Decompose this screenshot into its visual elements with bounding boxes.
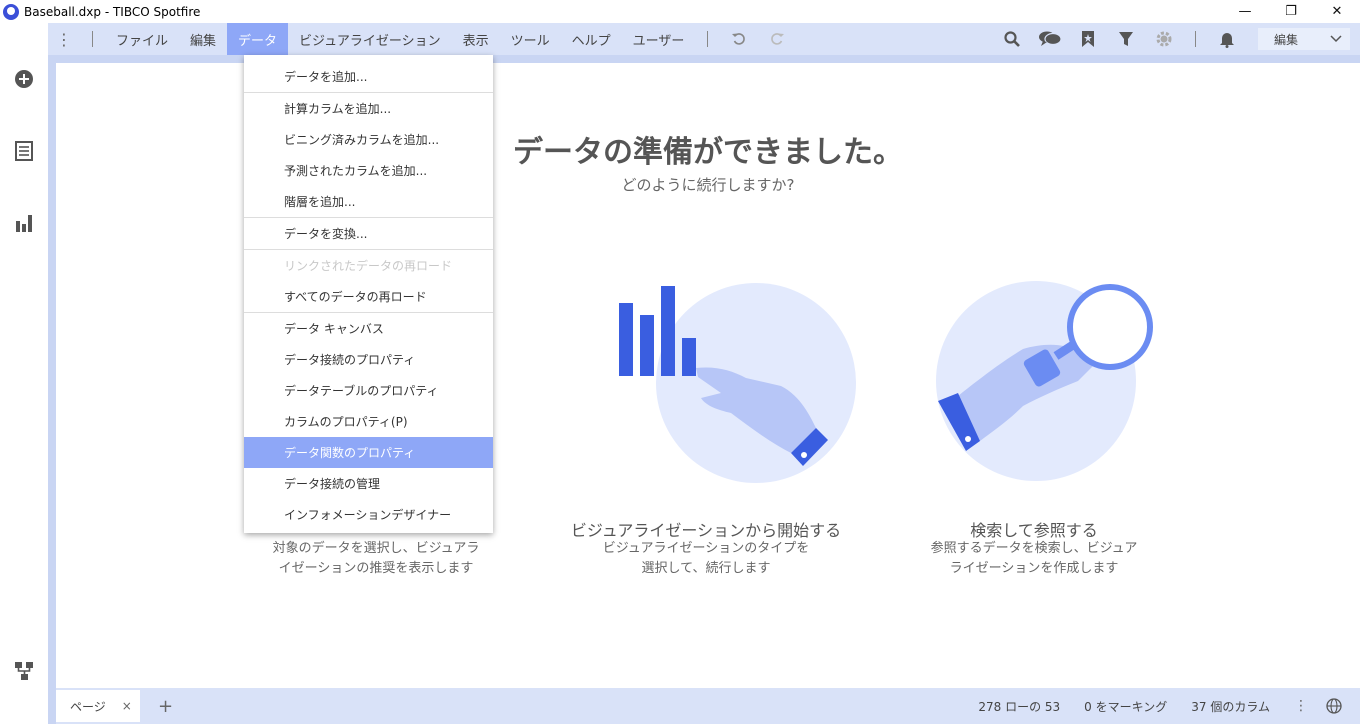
menu-edit[interactable]: 編集 [179, 23, 227, 55]
menu-reload-linked-data: リンクされたデータの再ロード [284, 259, 453, 273]
menu-manage-data-connections[interactable]: データ接続の管理 [244, 468, 493, 499]
menu-add-hierarchy[interactable]: 階層を追加... [244, 186, 493, 217]
restore-button[interactable]: ❐ [1268, 0, 1314, 23]
data-canvas-icon[interactable] [14, 661, 34, 681]
menu-data-table-properties[interactable]: データテーブルのプロパティ [244, 375, 493, 406]
search-browse-title[interactable]: 検索して参照する [884, 517, 1184, 541]
toolbar-icons: 編集 [993, 23, 1360, 55]
gear-icon[interactable] [1145, 30, 1183, 48]
menu-view[interactable]: 表示 [452, 23, 500, 55]
menu-help[interactable]: ヘルプ [561, 23, 622, 55]
data-panel-icon[interactable] [14, 141, 34, 161]
menubar-divider [92, 31, 93, 47]
globe-icon[interactable] [1326, 698, 1342, 714]
menu-file[interactable]: ファイル [105, 23, 179, 55]
mode-select-value: 編集 [1274, 32, 1299, 47]
visualization-types-icon[interactable] [14, 213, 34, 233]
row-count: 278 ローの 53 [978, 699, 1061, 714]
column-count: 37 個のカラム [1191, 699, 1270, 714]
start-visualization-desc-line2: 選択して、続行します [641, 561, 771, 576]
statusbar: ページ × + 278 ローの 53 0 をマーキング 37 個のカラム ⋮ [56, 688, 1360, 724]
bell-icon[interactable] [1208, 30, 1246, 48]
data-menu-dropdown: データを追加... 計算カラムを追加... ビニング済みカラムを追加... 予測… [244, 55, 493, 533]
start-visualization-title[interactable]: ビジュアライゼーションから開始する [556, 517, 856, 541]
menu-column-properties[interactable]: カラムのプロパティ(P) [244, 406, 493, 437]
window-controls: — ❐ ✕ [1222, 0, 1360, 23]
menu-tools[interactable]: ツール [500, 23, 561, 55]
menu-transform-data[interactable]: データを変換... [244, 218, 493, 249]
window-titlebar: Baseball.dxp - TIBCO Spotfire — ❐ ✕ [0, 0, 1360, 23]
minimize-button[interactable]: — [1222, 0, 1268, 23]
menu-data-canvas[interactable]: データ キャンバス [244, 313, 493, 344]
menu-reload-all-data[interactable]: すべてのデータの再ロード [244, 281, 493, 312]
menu-information-designer[interactable]: インフォメーションデザイナー [244, 499, 493, 530]
spotfire-logo-icon [3, 3, 19, 20]
menubar: ⋮ ファイル 編集 データ ビジュアライゼーション 表示 ツール ヘルプ ユーザ… [48, 23, 1360, 55]
search-browse-illustration[interactable] [928, 281, 1168, 481]
add-page-button[interactable]: + [158, 696, 173, 717]
start-visualization-desc-line1: ビジュアライゼーションのタイプを [602, 541, 810, 556]
menu-data[interactable]: データ [227, 23, 289, 55]
comments-icon[interactable] [1031, 30, 1069, 48]
start-visualization-illustration[interactable] [606, 278, 866, 488]
menu-add-binned-column[interactable]: ビニング済みカラムを追加... [244, 124, 493, 155]
menu-visualization[interactable]: ビジュアライゼーション [288, 23, 452, 55]
recommendations-desc: 対象のデータを選択し、ビジュアラ イゼーションの推奨を表示します [226, 539, 526, 579]
search-browse-desc: 参照するデータを検索し、ビジュア ライゼーションを作成します [884, 539, 1184, 579]
start-visualization-desc: ビジュアライゼーションのタイプを 選択して、続行します [556, 539, 856, 579]
chevron-down-icon [1330, 35, 1342, 43]
redo-icon[interactable] [758, 31, 796, 47]
marked-count: 0 をマーキング [1084, 699, 1168, 714]
search-icon[interactable] [993, 30, 1031, 48]
add-icon[interactable] [14, 69, 34, 89]
search-browse-desc-line2: ライゼーションを作成します [949, 561, 1119, 576]
undo-icon[interactable] [720, 31, 758, 47]
filter-icon[interactable] [1107, 30, 1145, 48]
frame-stripe [48, 23, 56, 724]
more-menu-icon[interactable]: ⋮ [48, 30, 80, 49]
status-info: 278 ローの 53 0 をマーキング 37 個のカラム ⋮ [978, 688, 1360, 724]
menu-add-data[interactable]: データを追加... [244, 61, 493, 92]
menu-data-connection-properties[interactable]: データ接続のプロパティ [244, 344, 493, 375]
search-browse-desc-line1: 参照するデータを検索し、ビジュア [930, 541, 1138, 556]
left-sidebar [0, 55, 48, 724]
recommendations-desc-line2: イゼーションの推奨を表示します [278, 561, 474, 576]
menu-add-calculated-column[interactable]: 計算カラムを追加... [244, 93, 493, 124]
recommendations-desc-line1: 対象のデータを選択し、ビジュアラ [272, 541, 480, 556]
menu-add-predicted-column[interactable]: 予測されたカラムを追加... [244, 155, 493, 186]
status-more-icon[interactable]: ⋮ [1294, 698, 1308, 714]
page-tab-label: ページ [70, 699, 106, 714]
toolbar-divider [1195, 31, 1196, 47]
close-page-icon[interactable]: × [122, 699, 132, 713]
menu-data-function-properties[interactable]: データ関数のプロパティ [244, 437, 493, 468]
window-title: Baseball.dxp - TIBCO Spotfire [24, 4, 201, 19]
mode-select[interactable]: 編集 [1258, 28, 1350, 50]
close-window-button[interactable]: ✕ [1314, 0, 1360, 23]
menubar-divider [707, 31, 709, 47]
menu-user[interactable]: ユーザー [622, 23, 696, 55]
page-tab[interactable]: ページ × [56, 690, 140, 722]
bookmark-icon[interactable] [1069, 30, 1107, 48]
